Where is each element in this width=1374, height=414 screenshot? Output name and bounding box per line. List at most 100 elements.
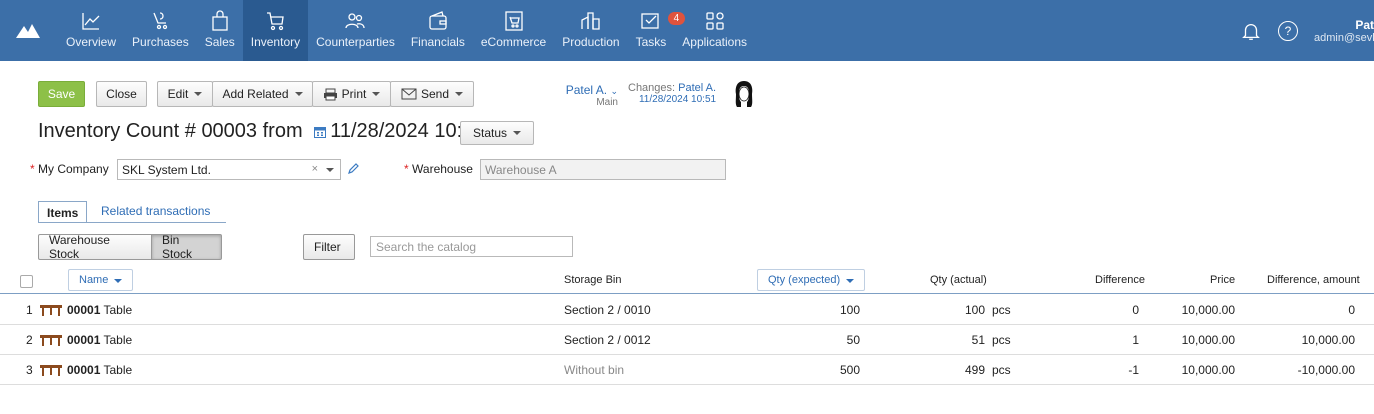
qty-actual[interactable]: 100: [965, 303, 985, 317]
add-related-menu-button[interactable]: Add Related: [212, 81, 313, 107]
difference: 0: [1132, 303, 1139, 317]
nav-ecommerce[interactable]: eCommerce: [473, 0, 554, 61]
user-menu[interactable]: Pat admin@sevk: [1314, 18, 1374, 44]
chevron-down-icon[interactable]: [326, 168, 334, 172]
close-button[interactable]: Close: [96, 81, 147, 107]
factory-icon: [581, 12, 600, 30]
warehouse-stock-toggle[interactable]: Warehouse Stock: [38, 233, 152, 261]
nav-inventory-label: Inventory: [250, 35, 301, 49]
nav-sales-label: Sales: [204, 35, 235, 49]
changes-user[interactable]: Patel A.: [678, 82, 716, 94]
unit: pcs: [992, 333, 1011, 347]
user-name: Pat: [1355, 17, 1374, 32]
edit-menu-button[interactable]: Edit: [157, 81, 213, 107]
save-button[interactable]: Save: [38, 81, 85, 107]
nav-ecommerce-label: eCommerce: [480, 35, 547, 49]
table-row[interactable]: 2 00001 Table Section 2 / 0012 50 51 pcs…: [0, 325, 1374, 355]
title-prefix: Inventory Count #: [38, 120, 196, 142]
nav-purchases-label: Purchases: [132, 35, 189, 49]
row-number: 2: [26, 333, 33, 347]
tab-items[interactable]: Items: [38, 201, 88, 223]
owner-name: Patel A.: [565, 83, 608, 97]
item-name[interactable]: 00001 Table: [67, 333, 132, 347]
qty-actual[interactable]: 51: [972, 333, 985, 347]
table-row[interactable]: 3 00001 Table Without bin 500 499 pcs -1…: [0, 355, 1374, 385]
item-name[interactable]: 00001 Table: [67, 363, 132, 377]
unit: pcs: [992, 303, 1011, 317]
price: 10,000.00: [1181, 303, 1235, 317]
company-field[interactable]: SKL System Ltd. ×: [117, 159, 341, 180]
nav-sales[interactable]: Sales: [197, 0, 243, 61]
edit-label: Edit: [167, 87, 189, 101]
warehouse-label: * Warehouse: [404, 162, 473, 176]
ecommerce-icon: [504, 11, 523, 31]
nav-purchases[interactable]: Purchases: [124, 0, 197, 61]
nav-financials[interactable]: Financials: [403, 0, 473, 61]
nav-inventory[interactable]: Inventory: [242, 0, 309, 61]
table-furniture-icon: [40, 365, 62, 376]
purchases-icon: [153, 12, 168, 30]
select-all-checkbox[interactable]: [20, 275, 33, 288]
status-dropdown[interactable]: Status: [460, 121, 534, 145]
shopping-bag-icon: [212, 10, 228, 31]
table-furniture-icon: [40, 305, 62, 316]
send-menu-button[interactable]: Send: [390, 81, 474, 107]
difference: 1: [1132, 333, 1139, 347]
price-header: Price: [1210, 274, 1236, 286]
nav-applications-label: Applications: [682, 35, 747, 49]
changes-label: Changes:: [628, 82, 676, 94]
nav-applications[interactable]: Applications: [674, 0, 755, 61]
qty-actual-header: Qty (actual): [930, 274, 987, 286]
changes-info: Changes: Patel A. 11/28/2024 10:51: [628, 82, 716, 105]
bin-stock-toggle[interactable]: Bin Stock: [151, 233, 222, 261]
price: 10,000.00: [1181, 333, 1235, 347]
help-icon[interactable]: ?: [1278, 20, 1298, 41]
difference-amount: 0: [1348, 303, 1355, 317]
tab-related-transactions[interactable]: Related transactions: [93, 200, 218, 222]
avatar[interactable]: [733, 80, 755, 108]
print-menu-button[interactable]: Print: [312, 81, 391, 107]
owner-selector[interactable]: Patel A. ⌄ Main: [548, 83, 618, 108]
search-input[interactable]: [370, 236, 573, 257]
chevron-down-icon: [846, 279, 855, 283]
qty-expected: 50: [846, 333, 860, 347]
chevron-down-icon: [294, 92, 303, 96]
calendar-icon[interactable]: [314, 126, 327, 138]
nav-financials-label: Financials: [410, 35, 465, 49]
table-row[interactable]: 1 00001 Table Section 2 / 0010 100 100 p…: [0, 295, 1374, 325]
table-furniture-icon: [40, 335, 62, 346]
chevron-down-icon: ⌄: [610, 86, 618, 96]
nav-production[interactable]: Production: [554, 0, 627, 61]
name-column-sort[interactable]: Name: [68, 269, 134, 291]
print-label: Print: [341, 87, 367, 101]
warehouse-field[interactable]: Warehouse A: [480, 159, 726, 180]
page-title: Inventory Count # 00003 from 11/28/2024 …: [38, 120, 484, 143]
pencil-icon[interactable]: [347, 163, 359, 175]
people-icon: [345, 13, 366, 29]
bell-icon[interactable]: [1240, 20, 1262, 42]
difference: -1: [1128, 363, 1139, 377]
storage-bin: Without bin: [564, 363, 625, 377]
tab-divider: [38, 222, 226, 223]
wallet-icon: [429, 11, 447, 30]
nav-overview[interactable]: Overview: [58, 0, 124, 61]
price: 10,000.00: [1181, 363, 1235, 377]
main-nav: Overview Purchases Sales Inventory Count…: [58, 0, 755, 61]
add-related-label: Add Related: [222, 87, 289, 101]
table-header: Name Storage Bin Qty (expected) Qty (act…: [0, 268, 1374, 294]
nav-tasks[interactable]: 4 Tasks: [628, 0, 686, 61]
qty-actual[interactable]: 499: [965, 363, 985, 377]
owner-sub: Main: [596, 97, 618, 108]
filter-button[interactable]: Filter: [303, 234, 355, 260]
qty-expected-column-sort[interactable]: Qty (expected): [757, 269, 866, 291]
user-email: admin@sevk: [1314, 31, 1374, 44]
logo-icon[interactable]: [14, 20, 42, 40]
clear-icon[interactable]: ×: [312, 163, 318, 175]
nav-counterparties[interactable]: Counterparties: [308, 0, 403, 61]
item-name[interactable]: 00001 Table: [67, 303, 132, 317]
row-number: 3: [26, 363, 33, 377]
chevron-down-icon: [513, 131, 522, 135]
top-right-area: ? Pat admin@sevk: [1240, 0, 1374, 61]
storage-bin-header: Storage Bin: [564, 274, 622, 286]
nav-counterparties-label: Counterparties: [316, 35, 395, 49]
